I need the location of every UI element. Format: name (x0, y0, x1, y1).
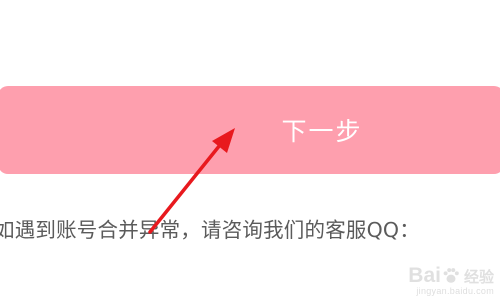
paw-icon (443, 268, 459, 283)
watermark-url: jingyan.baidu.com (416, 286, 494, 296)
watermark: Bai 经验 jingyan.baidu.com (408, 264, 494, 296)
watermark-logo: Bai 经验 (408, 264, 494, 288)
account-merge-notice: 如遇到账号合并异常，请咨询我们的客服QQ： (0, 218, 420, 242)
next-step-button[interactable]: 下一步 (0, 86, 500, 174)
page: 下一步 如遇到账号合并异常，请咨询我们的客服QQ： Bai 经验 jingyan… (0, 0, 500, 300)
watermark-logo-right: 经验 (463, 268, 494, 286)
watermark-logo-left: Bai (408, 264, 441, 287)
